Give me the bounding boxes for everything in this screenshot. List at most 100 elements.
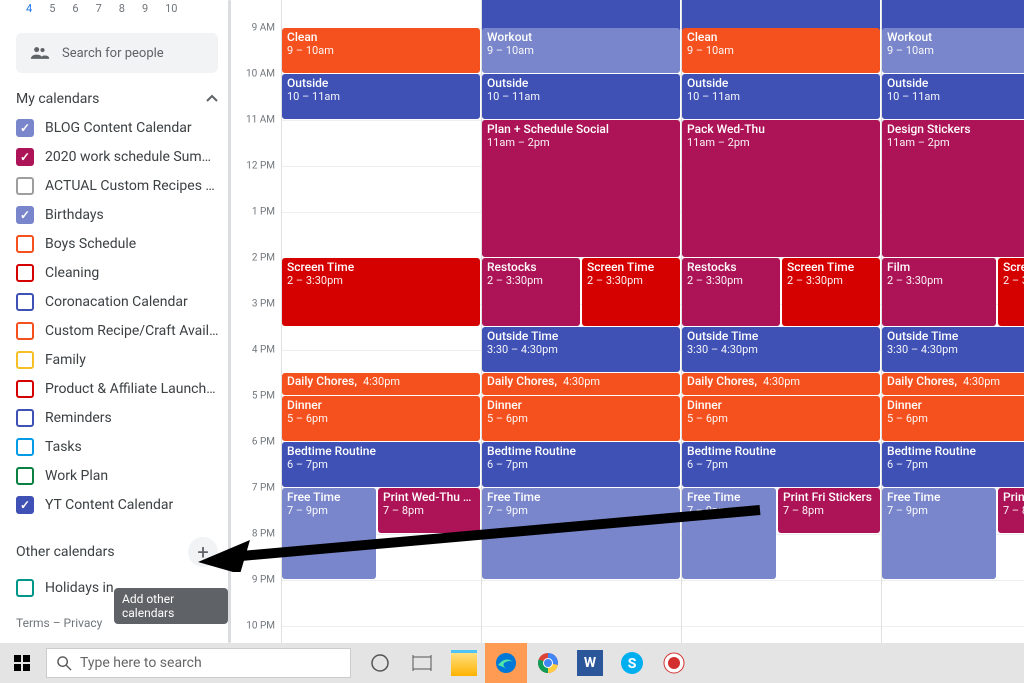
event[interactable]: Workout9 – 10am [882, 28, 1024, 73]
event[interactable]: Screen2 – 3:3 [998, 258, 1024, 326]
calendar-checkbox[interactable] [16, 177, 34, 195]
event[interactable]: Plan + Schedule Social11am – 2pm [482, 120, 680, 257]
other-calendars-header[interactable]: Other calendars + [16, 537, 218, 567]
calendar-checkbox[interactable] [16, 264, 34, 282]
file-explorer-icon[interactable] [443, 643, 485, 683]
event[interactable]: Outside Time3:30 – 4:30pm [882, 327, 1024, 372]
event[interactable]: Screen Time2 – 3:30pm [282, 258, 480, 326]
search-people[interactable]: Search for people [16, 33, 218, 73]
event[interactable]: Print Wed-Thu Sti7 – 8pm [378, 488, 480, 533]
calendar-item[interactable]: BLOG Content Calendar [16, 113, 218, 142]
event[interactable]: Free Time7 – 9pm [482, 488, 680, 579]
calendar-item[interactable]: Cleaning [16, 258, 218, 287]
calendar-area: 9 AM10 AM11 AM12 PM1 PM2 PM3 PM4 PM5 PM6… [237, 0, 1024, 643]
calendar-checkbox[interactable] [16, 467, 34, 485]
event[interactable]: Outside10 – 11am [682, 74, 880, 119]
event[interactable]: Print Fri Stickers7 – 8pm [778, 488, 880, 533]
calendar-item[interactable]: ACTUAL Custom Recipes … [16, 171, 218, 200]
windows-taskbar[interactable]: Type here to search W S [0, 643, 1024, 683]
event[interactable]: Dinner5 – 6pm [282, 396, 480, 441]
calendar-checkbox[interactable] [16, 206, 34, 224]
event[interactable]: Daily Chores, 4:30pm [482, 373, 680, 395]
calendar-item[interactable]: Boys Schedule [16, 229, 218, 258]
event[interactable]: Daily Chores, 4:30pm [882, 373, 1024, 395]
calendar-checkbox[interactable] [16, 496, 34, 514]
skype-icon[interactable]: S [611, 643, 653, 683]
event[interactable]: Dinner5 – 6pm [682, 396, 880, 441]
trend-icon[interactable] [653, 643, 695, 683]
event[interactable]: Bedtime Routine6 – 7pm [882, 442, 1024, 487]
calendar-checkbox[interactable] [16, 380, 34, 398]
taskbar-search[interactable]: Type here to search [46, 648, 351, 678]
event[interactable]: Free Time7 – 9pm [682, 488, 776, 579]
event[interactable]: Outside10 – 11am [282, 74, 480, 119]
start-button[interactable] [0, 643, 44, 683]
event[interactable]: Film2 – 3:30pm [882, 258, 996, 326]
calendar-checkbox[interactable] [16, 119, 34, 137]
search-icon [57, 656, 72, 671]
event[interactable]: Bedtime Routine6 – 7pm [682, 442, 880, 487]
calendar-item[interactable]: Birthdays [16, 200, 218, 229]
calendar-item[interactable]: Work Plan [16, 461, 218, 490]
event[interactable]: Free Time7 – 9pm [282, 488, 376, 579]
event[interactable]: Pack Wed-Thu11am – 2pm [682, 120, 880, 257]
event[interactable]: Outside10 – 11am [482, 74, 680, 119]
event[interactable]: Daily Chores, 4:30pm [282, 373, 480, 395]
event[interactable]: Workout9 – 10am [482, 28, 680, 73]
edge-icon[interactable] [485, 643, 527, 683]
calendar-checkbox[interactable] [16, 438, 34, 456]
event[interactable]: Outside10 – 11am [882, 74, 1024, 119]
event[interactable]: Outside Time3:30 – 4:30pm [682, 327, 880, 372]
calendar-item[interactable]: Tasks [16, 432, 218, 461]
event[interactable]: Screen Time2 – 3:30pm [782, 258, 880, 326]
calendar-checkbox[interactable] [16, 409, 34, 427]
add-other-calendars-button[interactable]: + [188, 537, 218, 567]
event[interactable]: Dinner5 – 6pm [882, 396, 1024, 441]
day-column[interactable]: 8 – 9amWorkout9 – 10amOutside10 – 11amDe… [882, 0, 1024, 643]
calendar-grid[interactable]: Clean9 – 10amOutside10 – 11amScreen Time… [282, 0, 1024, 643]
tooltip-add-other: Add other calendars [114, 588, 228, 624]
day-column[interactable]: 8 – 9amWorkout9 – 10amOutside10 – 11amPl… [482, 0, 682, 643]
event[interactable]: Free Time7 – 9pm [882, 488, 996, 579]
my-calendars-header[interactable]: My calendars [16, 91, 218, 107]
calendar-item[interactable]: Product & Affiliate Launch… [16, 374, 218, 403]
event[interactable]: Restocks2 – 3:30pm [682, 258, 780, 326]
time-label: 10 PM [246, 620, 275, 631]
event[interactable]: Restocks2 – 3:30pm [482, 258, 580, 326]
event[interactable]: Dinner5 – 6pm [482, 396, 680, 441]
time-label: 6 PM [252, 436, 275, 447]
mini-calendar-row[interactable]: 45678910 [16, 0, 218, 17]
calendar-item[interactable]: Family [16, 345, 218, 374]
chrome-icon[interactable] [527, 643, 569, 683]
sidebar-divider [228, 0, 231, 643]
event[interactable]: Daily Chores, 4:30pm [682, 373, 880, 395]
cortana-icon[interactable] [359, 643, 401, 683]
chevron-up-icon [206, 93, 218, 105]
calendar-checkbox[interactable] [16, 322, 34, 340]
event[interactable]: Bedtime Routine6 – 7pm [482, 442, 680, 487]
day-column[interactable]: Clean9 – 10amOutside10 – 11am Screen Time… [282, 0, 482, 643]
time-label: 7 PM [252, 482, 275, 493]
calendar-checkbox[interactable] [16, 351, 34, 369]
word-icon[interactable]: W [569, 643, 611, 683]
calendar-checkbox[interactable] [16, 579, 34, 597]
calendar-item[interactable]: Custom Recipe/Craft Avail… [16, 316, 218, 345]
time-gutter: 9 AM10 AM11 AM12 PM1 PM2 PM3 PM4 PM5 PM6… [237, 0, 282, 643]
calendar-item[interactable]: 2020 work schedule Sum… [16, 142, 218, 171]
event[interactable]: Clean9 – 10am [282, 28, 480, 73]
calendar-checkbox[interactable] [16, 148, 34, 166]
event[interactable]: Outside Time3:30 – 4:30pm [482, 327, 680, 372]
event[interactable]: Bedtime Routine6 – 7pm [282, 442, 480, 487]
event[interactable]: Clean9 – 10am [682, 28, 880, 73]
event[interactable]: Print M7 – 8p [998, 488, 1024, 533]
calendar-checkbox[interactable] [16, 293, 34, 311]
calendar-checkbox[interactable] [16, 235, 34, 253]
event[interactable]: Screen Time2 – 3:30pm [582, 258, 680, 326]
calendar-item[interactable]: YT Content Calendar [16, 490, 218, 519]
event[interactable]: Design Stickers11am – 2pm [882, 120, 1024, 257]
calendar-item[interactable]: Reminders [16, 403, 218, 432]
sidebar: 45678910 Search for people My calendars … [0, 0, 228, 643]
day-column[interactable]: 8 – 9amClean9 – 10amOutside10 – 11amPack… [682, 0, 882, 643]
calendar-item[interactable]: Coronacation Calendar [16, 287, 218, 316]
task-view-icon[interactable] [401, 643, 443, 683]
